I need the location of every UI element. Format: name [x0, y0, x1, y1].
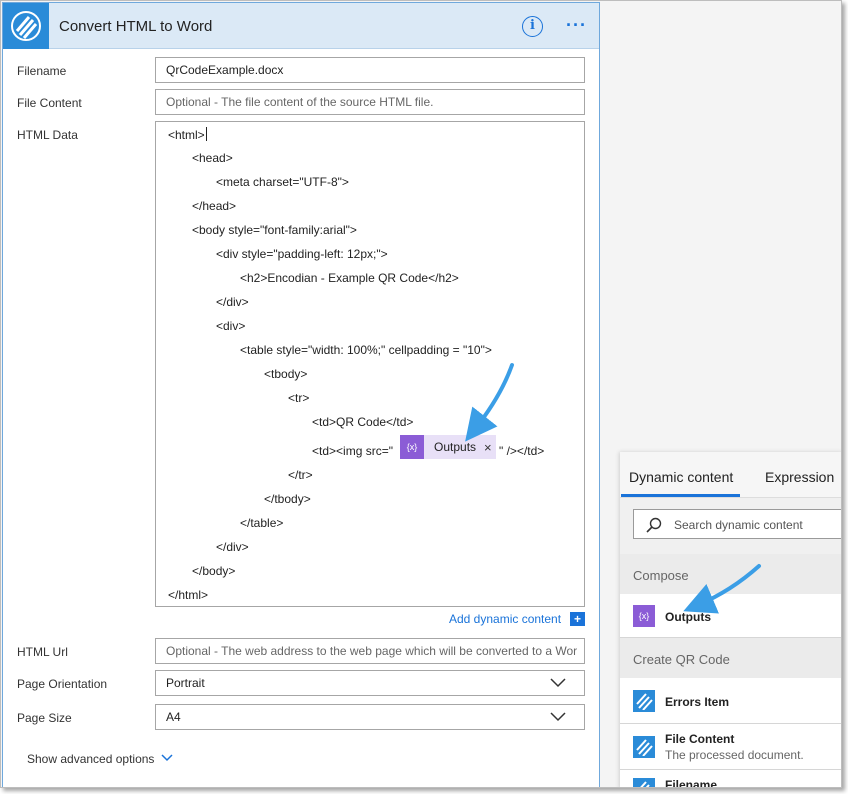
convert-html-to-word-card: Convert HTML to Word i ··· Filename QrCo…	[2, 2, 600, 787]
search-icon	[646, 517, 662, 536]
item-label: Filename	[665, 778, 718, 788]
add-dynamic-content-link[interactable]: Add dynamic content	[449, 612, 561, 626]
search-input[interactable]: Search dynamic content	[633, 509, 841, 539]
add-icon[interactable]: +	[570, 612, 585, 626]
code-line: <head>	[192, 151, 233, 165]
dynamic-content-panel: Dynamic content Expression Search dynami…	[620, 452, 841, 788]
code-line: <tr>	[288, 391, 310, 405]
code-line: <table style="width: 100%;" cellpadding …	[240, 343, 492, 357]
chevron-down-icon	[550, 677, 566, 691]
code-line: <div>	[216, 319, 246, 333]
compose-icon: {x}	[400, 435, 424, 459]
encodian-logo-icon	[3, 3, 49, 49]
section-compose[interactable]: Compose	[620, 554, 841, 594]
code-line: <html>	[168, 127, 207, 142]
info-icon[interactable]: i	[522, 16, 543, 37]
page-size-select[interactable]: A4	[155, 704, 585, 730]
html-data-editor[interactable]	[155, 121, 585, 607]
item-label: Errors Item	[665, 695, 730, 709]
page-size-label: Page Size	[17, 711, 72, 725]
code-line: <h2>Encodian - Example QR Code</h2>	[240, 271, 459, 285]
code-line: </tbody>	[264, 492, 311, 506]
html-url-input[interactable]: Optional - The web address to the web pa…	[155, 638, 585, 664]
section-label: Compose	[633, 568, 689, 583]
item-label: File Content	[665, 732, 735, 746]
file-content-label: File Content	[17, 96, 82, 110]
more-options-icon[interactable]: ···	[566, 15, 587, 36]
encodian-icon	[633, 736, 655, 758]
code-line: </table>	[240, 516, 284, 530]
list-item-outputs[interactable]: {x} Outputs	[620, 594, 841, 638]
panel-tabs: Dynamic content Expression	[620, 452, 841, 498]
page-orientation-label: Page Orientation	[17, 677, 108, 691]
code-line: </html>	[168, 588, 209, 602]
code-line: <div style="padding-left: 12px;">	[216, 247, 388, 261]
section-label: Create QR Code	[633, 652, 730, 667]
html-data-label: HTML Data	[17, 128, 78, 142]
code-line: <td><img src="	[312, 444, 393, 458]
code-line: <tbody>	[264, 367, 308, 381]
token-remove-icon[interactable]: ×	[484, 440, 492, 455]
page-orientation-value: Portrait	[166, 676, 205, 690]
code-line: </div>	[216, 540, 249, 554]
card-header[interactable]: Convert HTML to Word i ···	[3, 3, 599, 49]
filename-input[interactable]: QrCodeExample.docx	[155, 57, 585, 83]
code-line: " /></td>	[499, 444, 545, 458]
list-item-file-content[interactable]: File Content The processed document.	[620, 724, 841, 770]
show-advanced-options-link[interactable]: Show advanced options	[27, 752, 154, 766]
html-url-label: HTML Url	[17, 645, 68, 659]
outputs-token[interactable]: {x} Outputs ×	[400, 435, 496, 459]
section-create-qr-code[interactable]: Create QR Code	[620, 638, 841, 678]
list-item-errors-item[interactable]: Errors Item	[620, 678, 841, 724]
encodian-icon	[633, 690, 655, 712]
search-area: Search dynamic content	[620, 498, 841, 554]
search-placeholder: Search dynamic content	[674, 518, 803, 532]
filename-label: Filename	[17, 64, 67, 78]
item-description: The processed document.	[665, 748, 804, 762]
active-tab-indicator	[621, 494, 740, 497]
file-content-input[interactable]: Optional - The file content of the sourc…	[155, 89, 585, 115]
code-line: </head>	[192, 199, 237, 213]
tab-expression[interactable]: Expression	[765, 469, 834, 485]
item-label: Outputs	[665, 610, 711, 624]
code-line: </div>	[216, 295, 249, 309]
tab-dynamic-content[interactable]: Dynamic content	[629, 469, 733, 485]
chevron-down-icon[interactable]	[161, 751, 173, 765]
code-line: <body style="font-family:arial">	[192, 223, 357, 237]
code-line: <meta charset="UTF-8">	[216, 175, 349, 189]
chevron-down-icon	[550, 711, 566, 725]
window-frame: Convert HTML to Word i ··· Filename QrCo…	[0, 0, 842, 788]
text-caret	[205, 127, 207, 141]
page-orientation-select[interactable]: Portrait	[155, 670, 585, 696]
card-title: Convert HTML to Word	[59, 18, 213, 35]
code-line: </body>	[192, 564, 236, 578]
encodian-icon	[633, 778, 655, 787]
page-size-value: A4	[166, 710, 181, 724]
compose-icon: {x}	[633, 605, 655, 627]
code-line: <td>QR Code</td>	[312, 415, 414, 429]
code-line: </tr>	[288, 468, 313, 482]
token-label: Outputs	[434, 440, 477, 454]
list-item-filename[interactable]: Filename	[620, 770, 841, 788]
